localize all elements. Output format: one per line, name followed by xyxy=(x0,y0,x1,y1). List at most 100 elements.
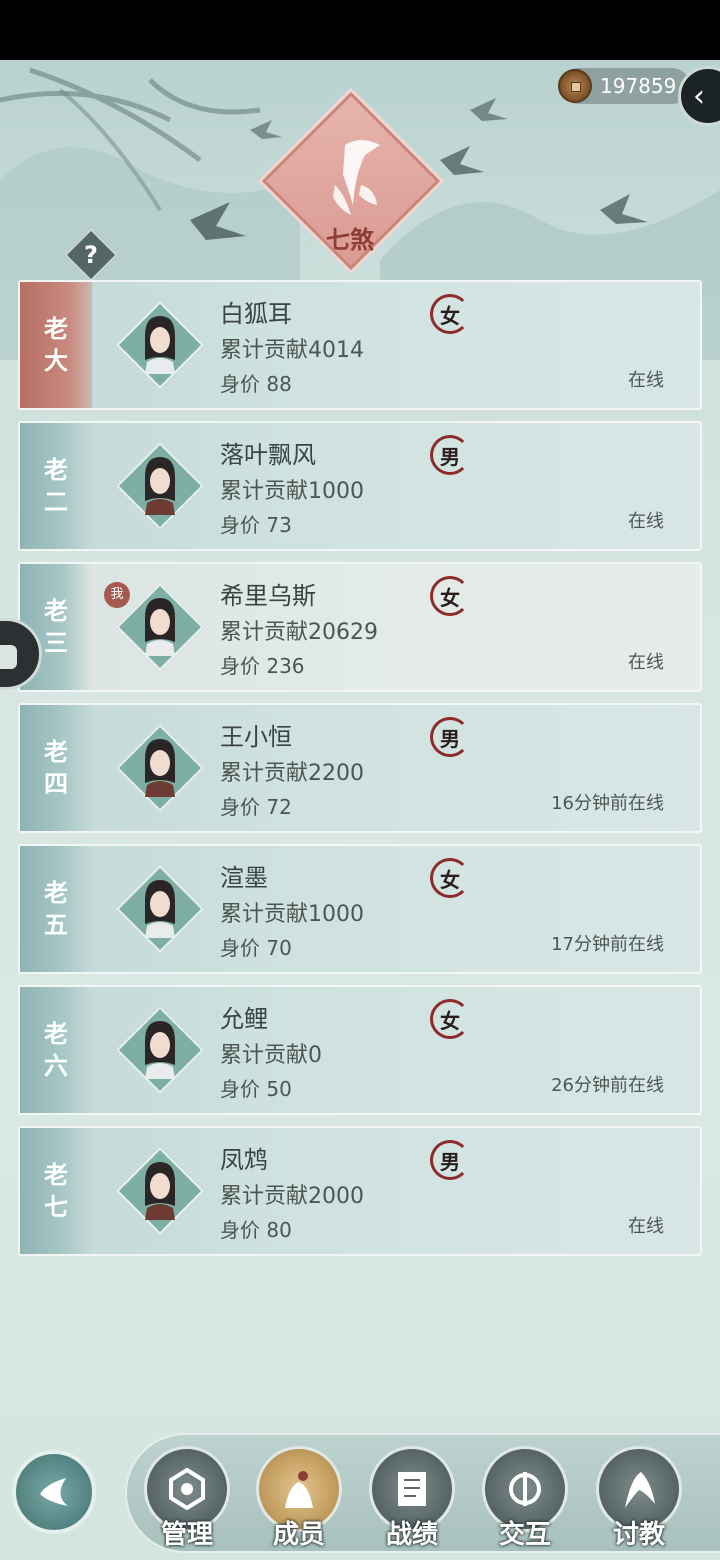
member-contribution: 累计贡献1000 xyxy=(220,479,364,504)
chat-icon xyxy=(0,645,17,669)
nav-item-record[interactable]: 战绩 xyxy=(367,1446,457,1556)
rank-char: 老 xyxy=(44,1019,68,1048)
male-icon: 男 xyxy=(430,435,470,475)
nav-item-members[interactable]: 成员 xyxy=(254,1446,344,1556)
help-icon: ? xyxy=(84,241,98,269)
member-online-status: 17分钟前在线 xyxy=(551,934,664,955)
member-worth: 身价 72 xyxy=(220,795,292,819)
status-bar xyxy=(0,0,720,60)
member-card[interactable]: 老二 落叶飘风累计贡献1000 身价 73 在线 男 xyxy=(18,421,702,551)
member-avatar[interactable] xyxy=(115,1005,205,1095)
member-rank: 老四 xyxy=(20,705,92,831)
member-worth: 身价 80 xyxy=(220,1218,292,1242)
female-icon: 女 xyxy=(430,294,470,334)
member-worth: 身价 73 xyxy=(220,513,292,537)
member-list: 老大白狐耳 累计贡献4014 身价 88 在线女老二落叶飘风 累计贡献1000 身价 73… xyxy=(18,280,702,1267)
member-rank: 老二 xyxy=(20,423,92,549)
rank-char: 七 xyxy=(44,1192,68,1221)
copper-coin-icon xyxy=(558,69,592,103)
rank-char: 老 xyxy=(44,596,68,625)
self-badge: 我 xyxy=(104,582,130,608)
members-icon xyxy=(285,1471,313,1508)
guild-members-screen: 197859 ‹ 七煞 ? 老大白狐耳 累计贡献4014 身价 88 在线女老二落叶飘… xyxy=(0,60,720,1560)
chevron-left-icon: ‹ xyxy=(693,78,705,114)
member-worth: 身价 70 xyxy=(220,936,292,960)
rank-char: 六 xyxy=(44,1051,68,1080)
rank-char: 二 xyxy=(44,487,68,516)
portrait-icon xyxy=(145,598,175,656)
currency-display: 197859 xyxy=(558,68,690,104)
member-rank: 老大 xyxy=(20,282,92,408)
member-worth: 身价 236 xyxy=(220,654,305,678)
nav-label: 讨教 xyxy=(612,1520,665,1550)
male-icon: 男 xyxy=(430,1140,470,1180)
rank-char: 老 xyxy=(44,314,68,343)
portrait-icon xyxy=(145,316,175,374)
back-arrow-icon xyxy=(40,1478,68,1506)
rank-char: 老 xyxy=(44,878,68,907)
member-card[interactable]: 老四 王小恒累计贡献2200 身价 72 16分钟前在线 男 xyxy=(18,703,702,833)
challenge-icon xyxy=(625,1472,655,1508)
nav-label: 管理 xyxy=(160,1520,213,1550)
rank-char: 大 xyxy=(44,346,68,375)
nav-item-challenge[interactable]: 讨教 xyxy=(594,1446,684,1556)
member-contribution: 累计贡献1000 xyxy=(220,902,364,927)
member-name: 王小恒 xyxy=(220,723,292,751)
nav-item-manage[interactable]: 管理 xyxy=(142,1446,232,1556)
member-contribution: 累计贡献0 xyxy=(220,1043,322,1068)
portrait-icon xyxy=(145,739,175,797)
rank-char: 五 xyxy=(44,910,68,939)
portrait-icon xyxy=(145,880,175,938)
member-online-status: 在线 xyxy=(628,511,664,532)
member-online-status: 在线 xyxy=(628,370,664,391)
female-icon: 女 xyxy=(430,858,470,898)
member-avatar[interactable] xyxy=(115,723,205,813)
female-icon: 女 xyxy=(430,576,470,616)
member-contribution: 累计贡献2000 xyxy=(220,1184,364,1209)
member-card[interactable]: 老三 我 希里乌斯累计贡献20629 身价 236 在线 女 xyxy=(18,562,702,692)
member-contribution: 累计贡献2200 xyxy=(220,761,364,786)
member-online-status: 在线 xyxy=(628,652,664,673)
member-avatar[interactable] xyxy=(115,300,205,390)
nav-label: 战绩 xyxy=(385,1520,438,1550)
rank-char: 老 xyxy=(44,455,68,484)
member-card[interactable]: 老六 允鲤累计贡献0 身价 50 26分钟前在线 女 xyxy=(18,985,702,1115)
rank-char: 三 xyxy=(44,628,68,657)
member-rank: 老七 xyxy=(20,1128,92,1254)
member-name: 落叶飘风 xyxy=(220,441,316,469)
record-icon xyxy=(398,1472,426,1506)
rank-char: 四 xyxy=(44,769,68,798)
portrait-icon xyxy=(145,1021,175,1079)
member-name: 允鲤 xyxy=(220,1005,268,1033)
member-contribution: 累计贡献4014 xyxy=(220,338,364,363)
interact-icon xyxy=(509,1472,541,1506)
member-name: 希里乌斯 xyxy=(220,582,316,610)
nav-label: 交互 xyxy=(498,1520,551,1550)
nav-item-interact[interactable]: 交互 xyxy=(480,1446,570,1556)
member-worth: 身价 50 xyxy=(220,1077,292,1101)
member-rank: 老五 xyxy=(20,846,92,972)
member-avatar[interactable] xyxy=(115,441,205,531)
member-card[interactable]: 老七 凤鸩 累计贡献2000 身价 80 在线 男 xyxy=(18,1126,702,1256)
member-card[interactable]: 老大 白狐耳累计贡献4014 身价 88 在线 女 xyxy=(18,280,702,410)
member-name: 凤鸩 xyxy=(220,1146,268,1174)
member-name: 白狐耳 xyxy=(220,300,292,328)
member-online-status: 16分钟前在线 xyxy=(551,793,664,814)
member-contribution: 累计贡献20629 xyxy=(220,620,378,645)
male-icon: 男 xyxy=(430,717,470,757)
member-name: 渲墨 xyxy=(220,864,268,892)
currency-value: 197859 xyxy=(600,74,677,98)
female-icon: 女 xyxy=(430,999,470,1039)
member-rank: 老六 xyxy=(20,987,92,1113)
member-avatar[interactable] xyxy=(115,864,205,954)
member-worth: 身价 88 xyxy=(220,372,292,396)
rank-char: 老 xyxy=(44,737,68,766)
member-card[interactable]: 老五 渲墨累计贡献1000 身价 70 17分钟前在线 女 xyxy=(18,844,702,974)
portrait-icon xyxy=(145,1162,175,1220)
manage-icon xyxy=(169,1468,205,1510)
back-button[interactable] xyxy=(12,1450,96,1534)
portrait-icon xyxy=(145,457,175,515)
nav-label: 成员 xyxy=(272,1520,325,1550)
member-online-status: 26分钟前在线 xyxy=(551,1075,664,1096)
member-avatar[interactable] xyxy=(115,1146,205,1236)
